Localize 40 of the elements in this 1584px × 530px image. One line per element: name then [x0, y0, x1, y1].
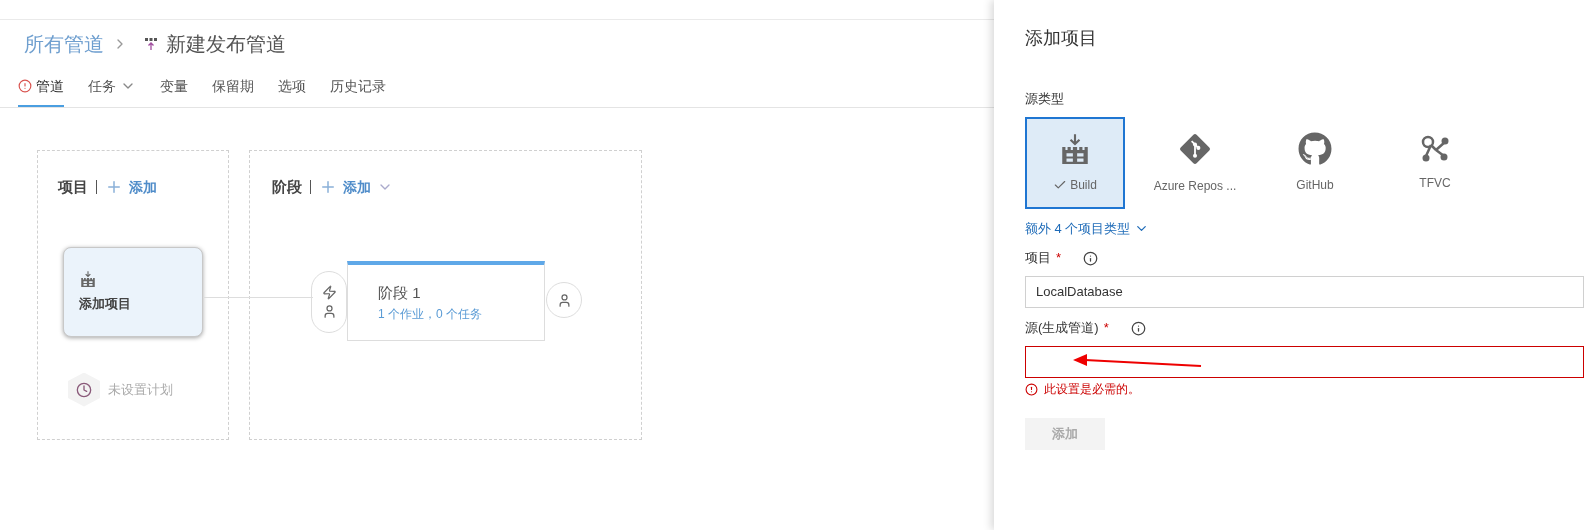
stage-summary: 1 个作业，0 个任务 — [378, 305, 483, 323]
tab[interactable]: 任务 — [88, 67, 136, 107]
text-field[interactable]: LocalDatabase — [1025, 276, 1584, 308]
person-icon — [556, 292, 572, 308]
panel-title: 添加项目 — [1025, 27, 1098, 50]
text-field[interactable] — [1025, 346, 1584, 378]
post-deployment-button[interactable] — [546, 282, 582, 318]
pre-deployment-button[interactable] — [311, 271, 347, 333]
stage-card[interactable]: 阶段 1 1 个作业，0 个任务 — [347, 261, 545, 341]
add-button[interactable]: 添加 — [105, 176, 157, 198]
tab[interactable]: 管道 — [18, 67, 64, 107]
required-mark: * — [1056, 249, 1062, 268]
nodes-icon — [1420, 133, 1450, 164]
person-icon — [321, 304, 337, 319]
pipeline-icon — [144, 37, 158, 51]
tab[interactable]: 选项 — [278, 67, 306, 107]
schedule-label: 未设置计划 — [108, 380, 173, 399]
tab[interactable]: 变量 — [160, 67, 188, 107]
stage-name: 阶段 1 — [378, 283, 422, 304]
tab[interactable]: 历史记录 — [330, 67, 386, 107]
field-label: 源类型 — [1025, 90, 1065, 108]
add-button[interactable]: 添加 — [319, 176, 393, 198]
artifact-card[interactable]: 添加项目 — [63, 246, 203, 337]
field-label: 源(生成管道) — [1025, 319, 1099, 338]
error-message: 此设置是必需的。 — [1044, 381, 1140, 398]
github-icon — [1298, 131, 1332, 166]
more-types-link[interactable]: 额外 4 个项目类型 — [1025, 218, 1150, 238]
info-icon — [1130, 320, 1146, 336]
lightning-icon — [321, 285, 337, 300]
tab[interactable]: 保留期 — [212, 67, 254, 107]
source-type-tile[interactable]: Build — [1025, 116, 1125, 209]
error-icon — [1025, 382, 1038, 396]
section-title: 项目 — [58, 177, 88, 197]
field-label: 项目 — [1025, 249, 1051, 268]
info-icon — [1083, 250, 1099, 266]
required-mark: * — [1103, 319, 1109, 338]
page-title: 新建发布管道 — [166, 32, 286, 57]
build-icon — [79, 269, 97, 288]
warning-icon — [18, 79, 32, 93]
section-title: 阶段 — [272, 177, 302, 197]
